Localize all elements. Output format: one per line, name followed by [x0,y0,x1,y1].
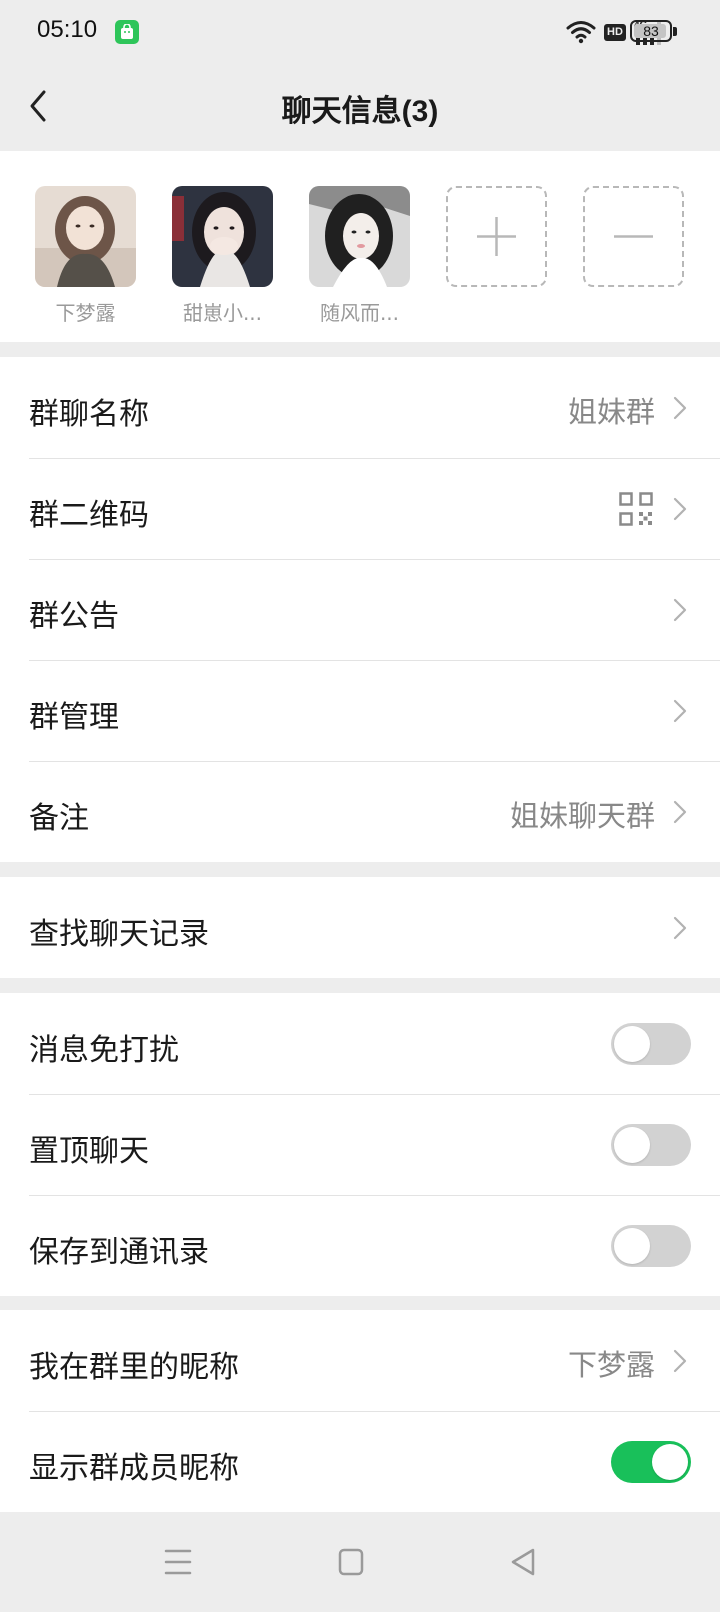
member-item[interactable]: 随风而... [309,186,410,326]
avatar [172,186,273,287]
search-chat-history-row[interactable]: 查找聊天记录 [0,877,720,978]
battery-level: 83 [643,23,659,39]
wifi-icon [566,21,596,44]
my-group-nickname-value: 下梦露 [567,1348,655,1382]
status-bar: 05:10 HD 4G 83 [0,0,720,62]
chevron-right-icon [673,598,687,622]
mute-notifications-row: 消息免打扰 [0,993,720,1094]
save-to-contacts-label: 保存到通讯录 [29,1235,209,1270]
group-name-value: 姐妹群 [567,395,655,429]
member-item[interactable]: 甜崽小... [172,186,273,326]
status-time: 05:10 [37,16,98,43]
chevron-right-icon [673,396,687,420]
chevron-right-icon [673,1349,687,1373]
search-section: 查找聊天记录 [0,877,720,978]
pin-chat-label: 置顶聊天 [29,1134,149,1169]
search-chat-history-label: 查找聊天记录 [29,917,209,952]
menu-lines-icon[interactable] [158,1542,198,1582]
chat-settings-section: 消息免打扰 置顶聊天 保存到通讯录 [0,993,720,1296]
toggle-knob [614,1228,650,1264]
group-announcement-label: 群公告 [29,599,119,634]
chevron-right-icon [673,800,687,824]
my-group-nickname-row[interactable]: 我在群里的昵称 下梦露 [0,1310,720,1411]
chevron-right-icon [673,916,687,940]
system-nav-bar [0,1512,720,1612]
nickname-section: 我在群里的昵称 下梦露 显示群成员昵称 [0,1310,720,1512]
page-title: 聊天信息(3) [281,95,439,128]
group-remark-value: 姐妹聊天群 [509,799,655,833]
member-name: 随风而... [319,301,400,325]
show-member-nickname-toggle[interactable] [611,1441,691,1483]
pin-chat-row: 置顶聊天 [0,1094,720,1195]
app-bag-icon [115,20,139,44]
triangle-back-icon[interactable] [503,1542,543,1582]
battery-cap [673,27,677,36]
member-name: 下梦露 [55,301,116,325]
toggle-knob [652,1444,688,1480]
member-grid: 下梦露 甜崽小... 随风而... [0,151,720,342]
member-name: 甜崽小... [182,301,263,325]
member-item[interactable]: 下梦露 [35,186,136,326]
chevron-right-icon [673,497,687,521]
minus-icon [614,235,653,238]
toggle-knob [614,1026,650,1062]
group-remark-label: 备注 [29,801,89,836]
plus-icon [477,217,516,256]
save-to-contacts-toggle[interactable] [611,1225,691,1267]
toggle-knob [614,1127,650,1163]
remove-member-button[interactable] [583,186,684,287]
pin-chat-toggle[interactable] [611,1124,691,1166]
square-home-icon[interactable] [331,1542,371,1582]
group-qr-code-label: 群二维码 [29,498,149,533]
group-name-row[interactable]: 群聊名称 姐妹群 [0,357,720,458]
group-qr-code-row[interactable]: 群二维码 [0,458,720,559]
my-group-nickname-label: 我在群里的昵称 [29,1350,239,1385]
group-name-label: 群聊名称 [29,397,149,432]
group-info-section: 群聊名称 姐妹群 群二维码 群公告 群管理 备注 姐妹聊天群 [0,357,720,862]
battery-indicator: 83 [630,20,672,42]
add-member-button[interactable] [446,186,547,287]
avatar [35,186,136,287]
show-member-nickname-label: 显示群成员昵称 [29,1451,239,1486]
group-announcement-row[interactable]: 群公告 [0,559,720,660]
chevron-right-icon [673,699,687,723]
avatar [309,186,410,287]
group-remark-row[interactable]: 备注 姐妹聊天群 [0,761,720,862]
group-manage-label: 群管理 [29,700,119,735]
mute-notifications-label: 消息免打扰 [29,1033,179,1068]
nav-bar: 聊天信息(3) [0,62,720,150]
qr-code-icon [619,492,653,526]
group-manage-row[interactable]: 群管理 [0,660,720,761]
show-member-nickname-row: 显示群成员昵称 [0,1411,720,1512]
mute-notifications-toggle[interactable] [611,1023,691,1065]
save-to-contacts-row: 保存到通讯录 [0,1195,720,1296]
hd-badge: HD [604,23,626,41]
